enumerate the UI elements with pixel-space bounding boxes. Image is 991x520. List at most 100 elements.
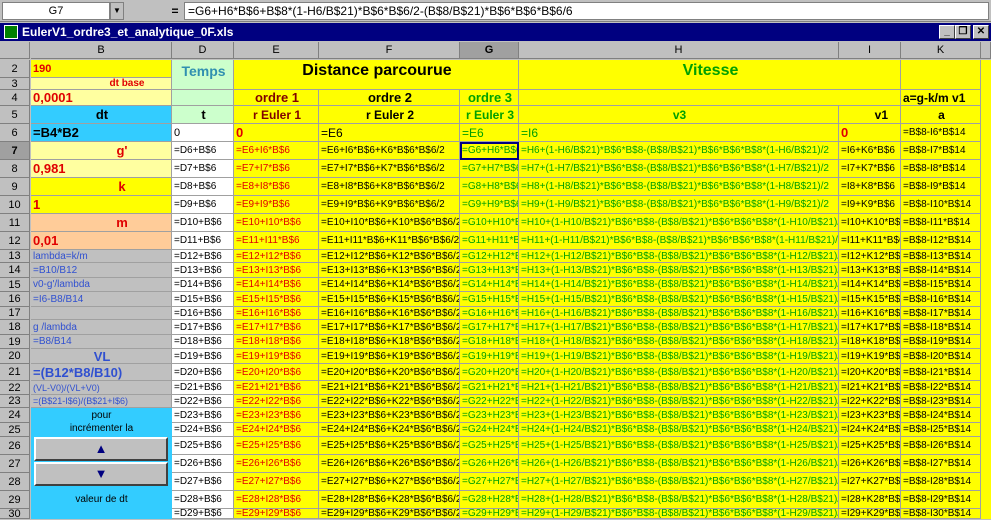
cell-F8[interactable]: =E7+I7*B$6+K7*B$6*B$6/2 <box>319 160 460 178</box>
cell-K19[interactable]: =B$8-I19*B$14 <box>901 335 981 349</box>
cell-B14[interactable]: =B10/B12 <box>31 263 172 278</box>
decrement-dt-button[interactable]: ▼ <box>34 462 168 486</box>
cell-H8[interactable]: =H7+(1-H7/B$21)*B$6*B$8-(B$8/B$21)*B$6*B… <box>519 160 839 178</box>
cell-H10[interactable]: =H9+(1-H9/B$21)*B$6*B$8-(B$8/B$21)*B$6*B… <box>519 196 839 214</box>
row-header-22[interactable]: 22 <box>0 381 30 395</box>
cell-I7[interactable]: =I6+K6*B$6 <box>839 142 901 160</box>
column-header-G[interactable]: G <box>460 42 519 59</box>
row-header-25[interactable]: 25 <box>0 423 30 437</box>
cell-I21[interactable]: =I20+K20*B$6 <box>839 364 901 381</box>
cell-F16[interactable]: =E15+I15*B$6+K15*B$6*B$6/2 <box>319 292 460 307</box>
cell-D4[interactable] <box>172 90 234 106</box>
cell-F30[interactable]: =E29+I29*B$6+K29*B$6*B$6/2 <box>319 509 460 519</box>
cell-B2[interactable]: 190 <box>31 60 172 78</box>
cell-D11[interactable]: =D10+B$6 <box>172 214 234 232</box>
cell-I11[interactable]: =I10+K10*B$6 <box>839 214 901 232</box>
row-header-13[interactable]: 13 <box>0 250 30 263</box>
cell-B10[interactable]: 1 <box>31 196 172 214</box>
cell-B12[interactable]: 0,01 <box>31 232 172 250</box>
row-header-17[interactable]: 17 <box>0 307 30 320</box>
cell-K13[interactable]: =B$8-I13*B$14 <box>901 250 981 263</box>
row-header-8[interactable]: 8 <box>0 160 30 178</box>
cell-F27[interactable]: =E26+I26*B$6+K26*B$6*B$6/2 <box>319 455 460 473</box>
cell-I18[interactable]: =I17+K17*B$6 <box>839 320 901 335</box>
cell-E19[interactable]: =E18+I18*B$6 <box>234 335 319 349</box>
cell-I10[interactable]: =I9+K9*B$6 <box>839 196 901 214</box>
column-header-B[interactable]: B <box>31 42 172 59</box>
cell-E18[interactable]: =E17+I17*B$6 <box>234 320 319 335</box>
cell-G22[interactable]: =G21+H21*B$6 <box>460 381 519 395</box>
column-header-I[interactable]: I <box>839 42 901 59</box>
cell-D20[interactable]: =D19+B$6 <box>172 349 234 364</box>
cell-K12[interactable]: =B$8-I12*B$14 <box>901 232 981 250</box>
cell-H11[interactable]: =H10+(1-H10/B$21)*B$6*B$8-(B$8/B$21)*B$6… <box>519 214 839 232</box>
cell-D29[interactable]: =D28+B$6 <box>172 491 234 509</box>
cell-D6[interactable]: 0 <box>172 124 234 142</box>
cell-H29[interactable]: =H28+(1-H28/B$21)*B$6*B$8-(B$8/B$21)*B$6… <box>519 491 839 509</box>
cell-E7[interactable]: =E6+I6*B$6 <box>234 142 319 160</box>
cell-F22[interactable]: =E21+I21*B$6+K21*B$6*B$6/2 <box>319 381 460 395</box>
cell-F17[interactable]: =E16+I16*B$6+K16*B$6*B$6/2 <box>319 307 460 320</box>
row-header-26[interactable]: 26 <box>0 437 30 455</box>
cell-F24[interactable]: =E23+I23*B$6+K23*B$6*B$6/2 <box>319 408 460 423</box>
cell-F25[interactable]: =E24+I24*B$6+K24*B$6*B$6/2 <box>319 423 460 437</box>
cell-D19[interactable]: =D18+B$6 <box>172 335 234 349</box>
cell-E30[interactable]: =E29+I29*B$6 <box>234 509 319 519</box>
cell-B11[interactable]: m <box>31 214 172 232</box>
cell-K22[interactable]: =B$8-I22*B$14 <box>901 381 981 395</box>
cell-B9[interactable]: k <box>31 178 172 196</box>
cell-G16[interactable]: =G15+H15*B$6 <box>460 292 519 307</box>
row-header-20[interactable]: 20 <box>0 349 30 364</box>
cell-E24[interactable]: =E23+I23*B$6 <box>234 408 319 423</box>
cell-D16[interactable]: =D15+B$6 <box>172 292 234 307</box>
cell-K24[interactable]: =B$8-I24*B$14 <box>901 408 981 423</box>
cell-G11[interactable]: =G10+H10*B$6 <box>460 214 519 232</box>
cell-H13[interactable]: =H12+(1-H12/B$21)*B$6*B$8-(B$8/B$21)*B$6… <box>519 250 839 263</box>
cell-H4[interactable] <box>519 90 901 106</box>
cell-K16[interactable]: =B$8-I16*B$14 <box>901 292 981 307</box>
cell-E15[interactable]: =E14+I14*B$6 <box>234 278 319 292</box>
row-header-15[interactable]: 15 <box>0 278 30 292</box>
cell-D9[interactable]: =D8+B$6 <box>172 178 234 196</box>
cell-E25[interactable]: =E24+I24*B$6 <box>234 423 319 437</box>
cell-B20[interactable]: VL <box>31 349 172 364</box>
cell-D26[interactable]: =D25+B$6 <box>172 437 234 455</box>
row-header-9[interactable]: 9 <box>0 178 30 196</box>
cell-B7[interactable]: g' <box>31 142 172 160</box>
row-header-27[interactable]: 27 <box>0 455 30 473</box>
row-header-19[interactable]: 19 <box>0 335 30 349</box>
cell-I14[interactable]: =I13+K13*B$6 <box>839 263 901 278</box>
cell-G18[interactable]: =G17+H17*B$6 <box>460 320 519 335</box>
cell-I28[interactable]: =I27+K27*B$6 <box>839 473 901 491</box>
formula-input[interactable]: =G6+H6*B$6+B$8*(1-H6/B$21)*B$6*B$6/2-(B$… <box>184 2 989 20</box>
cell-E23[interactable]: =E22+I22*B$6 <box>234 395 319 408</box>
cell-G10[interactable]: =G9+H9*B$6 <box>460 196 519 214</box>
cell-G27[interactable]: =G26+H26*B$6 <box>460 455 519 473</box>
cell-I19[interactable]: =I18+K18*B$6 <box>839 335 901 349</box>
cell-F23[interactable]: =E22+I22*B$6+K22*B$6*B$6/2 <box>319 395 460 408</box>
cell-H26[interactable]: =H25+(1-H25/B$21)*B$6*B$8-(B$8/B$21)*B$6… <box>519 437 839 455</box>
cell-H23[interactable]: =H22+(1-H22/B$21)*B$6*B$8-(B$8/B$21)*B$6… <box>519 395 839 408</box>
cell-F29[interactable]: =E28+I28*B$6+K28*B$6*B$6/2 <box>319 491 460 509</box>
cell-E10[interactable]: =E9+I9*B$6 <box>234 196 319 214</box>
row-header-28[interactable]: 28 <box>0 473 30 491</box>
row-header-29[interactable]: 29 <box>0 491 30 509</box>
cell-K15[interactable]: =B$8-I15*B$14 <box>901 278 981 292</box>
cell-H17[interactable]: =H16+(1-H16/B$21)*B$6*B$8-(B$8/B$21)*B$6… <box>519 307 839 320</box>
cell-H25[interactable]: =H24+(1-H24/B$21)*B$6*B$8-(B$8/B$21)*B$6… <box>519 423 839 437</box>
cell-G21[interactable]: =G20+H20*B$6 <box>460 364 519 381</box>
cell-I20[interactable]: =I19+K19*B$6 <box>839 349 901 364</box>
cell-G12[interactable]: =G11+H11*B$6 <box>460 232 519 250</box>
cell-K29[interactable]: =B$8-I29*B$14 <box>901 491 981 509</box>
cell-F20[interactable]: =E19+I19*B$6+K19*B$6*B$6/2 <box>319 349 460 364</box>
cell-E8[interactable]: =E7+I7*B$6 <box>234 160 319 178</box>
row-header-16[interactable]: 16 <box>0 292 30 307</box>
row-header-24[interactable]: 24 <box>0 408 30 423</box>
cell-K23[interactable]: =B$8-I23*B$14 <box>901 395 981 408</box>
cell-I23[interactable]: =I22+K22*B$6 <box>839 395 901 408</box>
cell-D27[interactable]: =D26+B$6 <box>172 455 234 473</box>
cell-K7[interactable]: =B$8-I7*B$14 <box>901 142 981 160</box>
cell-B8[interactable]: 0,981 <box>31 160 172 178</box>
cell-G29[interactable]: =G28+H28*B$6 <box>460 491 519 509</box>
cell-G6[interactable]: =E6 <box>460 124 519 142</box>
